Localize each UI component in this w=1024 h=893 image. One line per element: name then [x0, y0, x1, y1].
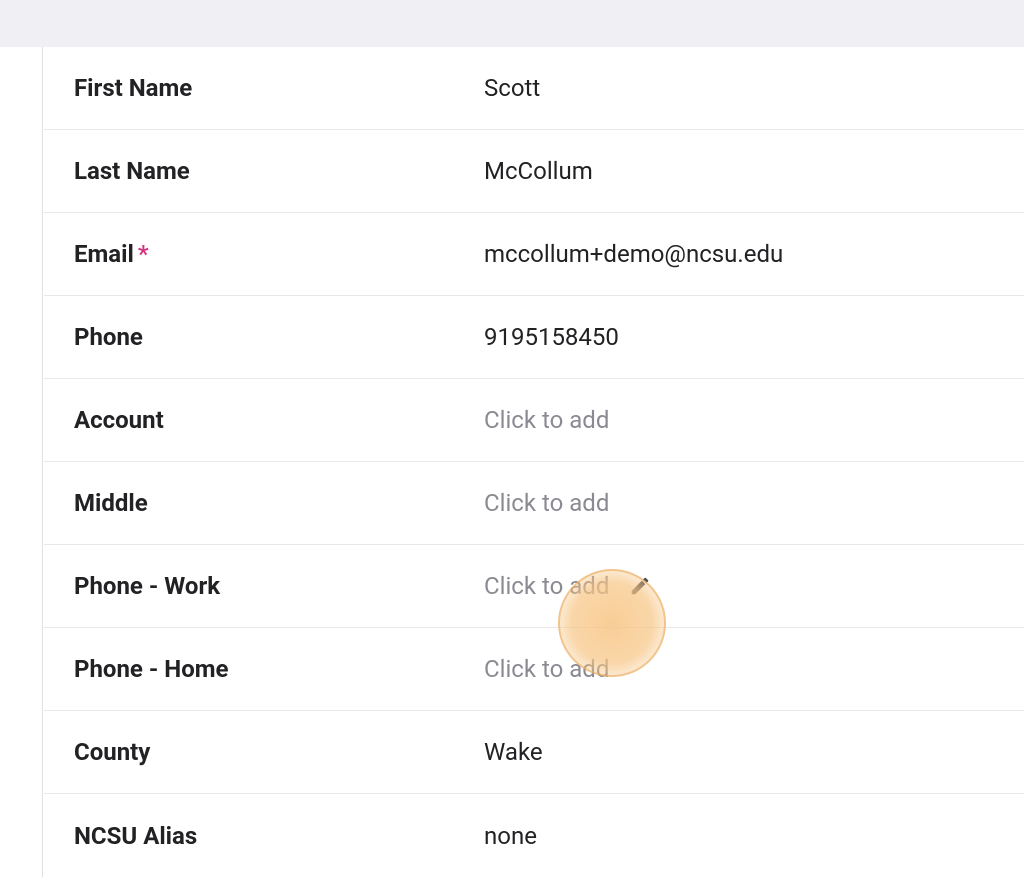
field-value-phone[interactable]: 9195158450: [484, 323, 619, 351]
field-row-county: County Wake: [44, 711, 1024, 794]
field-label-last-name: Last Name: [74, 157, 484, 185]
field-label-phone-home: Phone - Home: [74, 655, 484, 683]
field-label-phone-work: Phone - Work: [74, 572, 484, 600]
field-label-first-name: First Name: [74, 74, 484, 102]
field-value-account[interactable]: Click to add: [484, 406, 609, 434]
pencil-icon[interactable]: [629, 575, 651, 597]
field-row-middle: Middle Click to add: [44, 462, 1024, 545]
field-row-account: Account Click to add: [44, 379, 1024, 462]
field-label-phone: Phone: [74, 323, 484, 351]
field-value-first-name[interactable]: Scott: [484, 74, 540, 102]
field-row-last-name: Last Name McCollum: [44, 130, 1024, 213]
top-bar: [0, 0, 1024, 47]
field-label-account: Account: [74, 406, 484, 434]
field-row-ncsu-alias: NCSU Alias none: [44, 794, 1024, 877]
field-value-county[interactable]: Wake: [484, 738, 543, 766]
detail-panel: First Name Scott Last Name McCollum Emai…: [0, 47, 1024, 877]
field-label-county: County: [74, 738, 484, 766]
field-label-middle: Middle: [74, 489, 484, 517]
field-value-phone-home[interactable]: Click to add: [484, 655, 609, 683]
field-value-email[interactable]: mccollum+demo@ncsu.edu: [484, 240, 783, 268]
field-value-last-name[interactable]: McCollum: [484, 157, 593, 185]
field-label-ncsu-alias: NCSU Alias: [74, 822, 484, 850]
field-value-phone-work[interactable]: Click to add: [484, 572, 609, 600]
field-row-phone-home: Phone - Home Click to add: [44, 628, 1024, 711]
field-row-phone-work: Phone - Work Click to add: [44, 545, 1024, 628]
vertical-divider: [42, 47, 43, 877]
field-row-phone: Phone 9195158450: [44, 296, 1024, 379]
field-value-middle[interactable]: Click to add: [484, 489, 609, 517]
field-row-first-name: First Name Scott: [44, 47, 1024, 130]
field-label-email: Email*: [74, 240, 484, 268]
required-asterisk: *: [138, 240, 149, 268]
field-value-ncsu-alias[interactable]: none: [484, 822, 537, 850]
field-row-email: Email* mccollum+demo@ncsu.edu: [44, 213, 1024, 296]
